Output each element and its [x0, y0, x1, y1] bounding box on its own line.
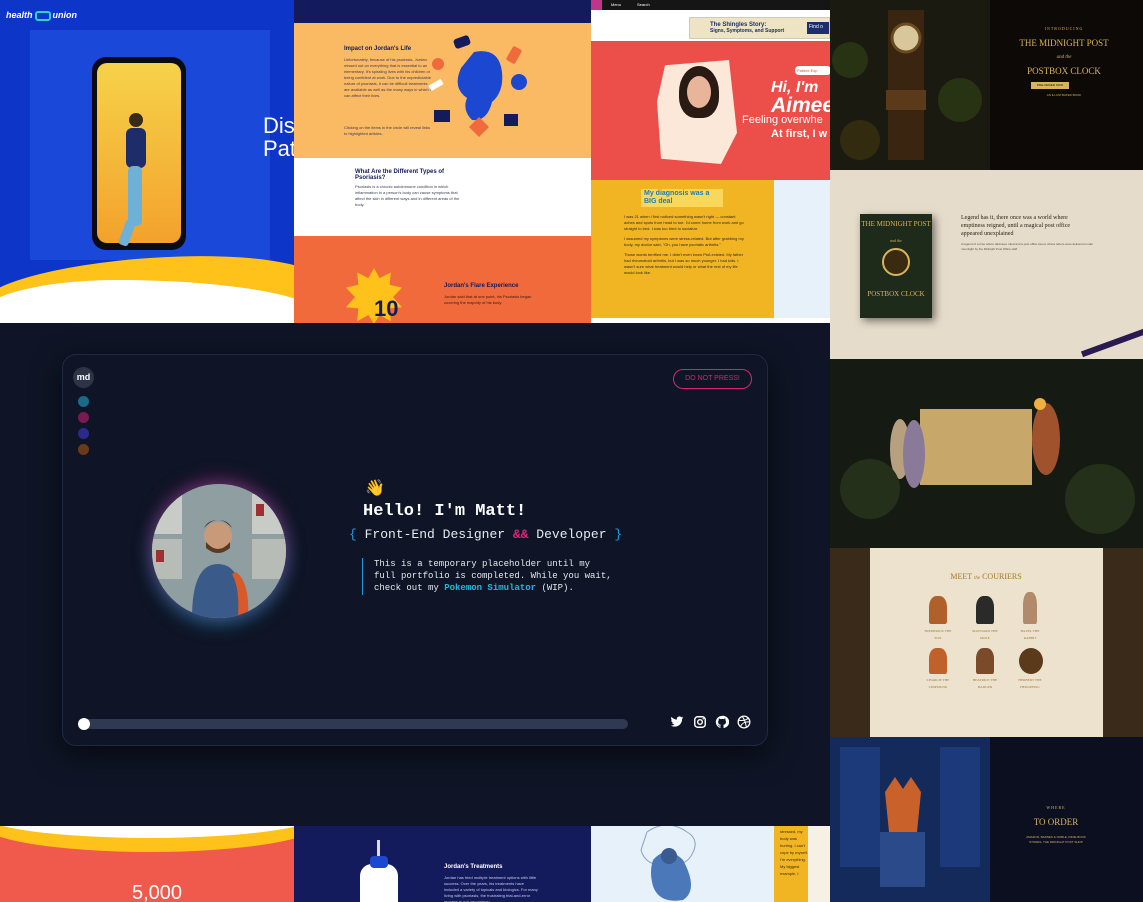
health-union-preview: healthunion DiscPat	[0, 0, 294, 323]
title-and: and the	[1056, 55, 1072, 60]
flare-text: Jordan said that at one point, his Psori…	[444, 294, 532, 305]
impact-text: Unfortunately, because of his psoriasis,…	[344, 57, 432, 98]
progress-slider-track[interactable]	[78, 719, 628, 729]
pokemon-simulator-link[interactable]: Pokemon Simulator	[444, 583, 536, 593]
instagram-icon[interactable]	[693, 715, 707, 729]
theme-dot-indigo[interactable]	[78, 428, 89, 439]
theme-dot-magenta[interactable]	[78, 412, 89, 423]
hero-feeling: Feeling overwhe	[742, 114, 823, 126]
do-not-press-button[interactable]: DO NOT PRESS!	[673, 369, 752, 389]
introducing-label: INTRODUCING	[1044, 26, 1084, 31]
courier-name: MAYNARD THE MOLE	[972, 629, 998, 640]
hello-heading: Hello! I'm Matt!	[363, 502, 527, 521]
jordan-story-preview: Impact on Jordan's Life Unfortunately, b…	[294, 0, 591, 323]
title-line-2: POSTBOX CLOCK	[1027, 66, 1101, 76]
courier-name: FREDERICK THE FOX	[924, 629, 952, 640]
meet-the-couriers: MEET the COURIERS FREDERICK THE FOX MAYN…	[830, 548, 1143, 737]
github-icon[interactable]	[715, 715, 730, 729]
stat-number: 5,000	[132, 882, 183, 902]
dribbble-icon[interactable]	[737, 715, 751, 729]
treatments-text: Jordan has tried multiple treatment opti…	[444, 875, 538, 902]
courier-name: HERBERT THE HEDGEHOG	[1018, 678, 1042, 689]
health-union-logo: health union	[6, 10, 78, 21]
pen-illustration	[1080, 328, 1143, 358]
preorder-button[interactable]: PRE-ORDER NOW	[1031, 82, 1069, 89]
library-fox-illustration	[830, 737, 1143, 902]
side-text-preview: stressed, my body was hurting. I can't c…	[774, 826, 830, 902]
md-logo[interactable]: md	[73, 367, 94, 388]
bio-text: This is a temporary placeholder until my…	[362, 558, 617, 595]
waving-hand-icon: 👋	[365, 480, 385, 497]
side-text: stressed, my body was hurting. I can't c…	[780, 829, 808, 876]
role-subtitle: { Front-End Designer && Developer }	[349, 527, 623, 542]
twitter-icon[interactable]	[670, 715, 684, 729]
banner-cta[interactable]: Find o	[807, 22, 829, 34]
flare-section	[294, 236, 591, 323]
hero-greeting: Hi, I'm Aimee	[771, 79, 830, 117]
courier-name: CHARLIE THE CHIPMUNK	[926, 678, 950, 689]
impact-title: Impact on Jordan's Life	[344, 46, 412, 52]
where-to-order: WHERE TO ORDER AMAZON, BARNES & NOBLE, I…	[830, 737, 1143, 902]
site-nav: Menu Search	[591, 0, 830, 10]
nav-logo	[591, 0, 602, 10]
legend-text: Legend has it, there once was a world wh…	[961, 215, 1071, 237]
courier-name: BEATRICE THE BADGER	[972, 678, 998, 689]
forest-couriers-illustration	[830, 359, 1143, 548]
flare-title: Jordan's Flare Experience	[444, 283, 519, 289]
symptoms-circle-illustration	[428, 35, 527, 137]
hero-first: At first, I w	[771, 128, 828, 140]
illustration-preview	[591, 826, 774, 902]
courier-name: HAZEL THE RABBIT	[1020, 629, 1040, 640]
sad-figure-illustration	[640, 826, 696, 901]
theme-dot-brown[interactable]	[78, 444, 89, 455]
midnight-post-hero: INTRODUCING THE MIDNIGHT POST and the PO…	[830, 0, 1143, 170]
search-link[interactable]: Search	[637, 2, 650, 7]
aimee-story-preview: Menu Search The Shingles Story: Signs, Sy…	[591, 0, 830, 323]
stats-preview: 5,000	[0, 826, 294, 902]
portrait-photo	[152, 484, 286, 618]
midnight-post-forest	[830, 359, 1143, 548]
avatar	[152, 484, 286, 618]
theme-dot-teal[interactable]	[78, 396, 89, 407]
to-order-title: TO ORDER	[1033, 817, 1079, 827]
meet-couriers-title: MEET the COURIERS	[950, 572, 1022, 581]
where-label: WHERE	[1046, 805, 1066, 810]
diagnosis-title: My diagnosis was a BIG deal	[641, 189, 723, 207]
progress-slider-handle[interactable]	[78, 718, 90, 730]
portrait-face	[687, 76, 711, 108]
treatments-title: Jordan's Treatments	[444, 864, 503, 870]
menu-link[interactable]: Menu	[611, 2, 621, 7]
order-stores: AMAZON, BARNES & NOBLE, INDIE BOOK STORE…	[1026, 835, 1086, 844]
types-text: Psoriasis is a chronic autoimmune condit…	[355, 184, 460, 207]
side-section	[774, 180, 830, 318]
midnight-post-book: THE MIDNIGHT POST and the POSTBOX CLOCK …	[830, 170, 1143, 359]
types-title: What Are the Different Types of Psoriasi…	[355, 169, 445, 181]
book-cover: THE MIDNIGHT POST and the POSTBOX CLOCK	[860, 214, 932, 318]
person-illustration	[118, 113, 146, 247]
title-line-1: THE MIDNIGHT POST	[1019, 38, 1109, 48]
impact-text-2: Clicking on the items in the circle will…	[344, 125, 431, 136]
flare-number: 10	[374, 296, 399, 321]
top-band	[294, 0, 591, 23]
treatments-preview: Jordan's Treatments Jordan has tried mul…	[294, 826, 591, 902]
diagnosis-text: I was 21 when I first noticed something …	[624, 214, 744, 275]
patient-experience-pill: Patient Exp	[795, 66, 830, 75]
byline: AN ILLUSTRATED BOOK	[1046, 93, 1082, 97]
legend-body: A legend of a time where darkness ruled …	[961, 242, 1094, 251]
hero-heading: DiscPat	[263, 113, 294, 161]
shingles-banner-ad[interactable]: The Shingles Story: Signs, Symptoms, and …	[689, 17, 830, 39]
